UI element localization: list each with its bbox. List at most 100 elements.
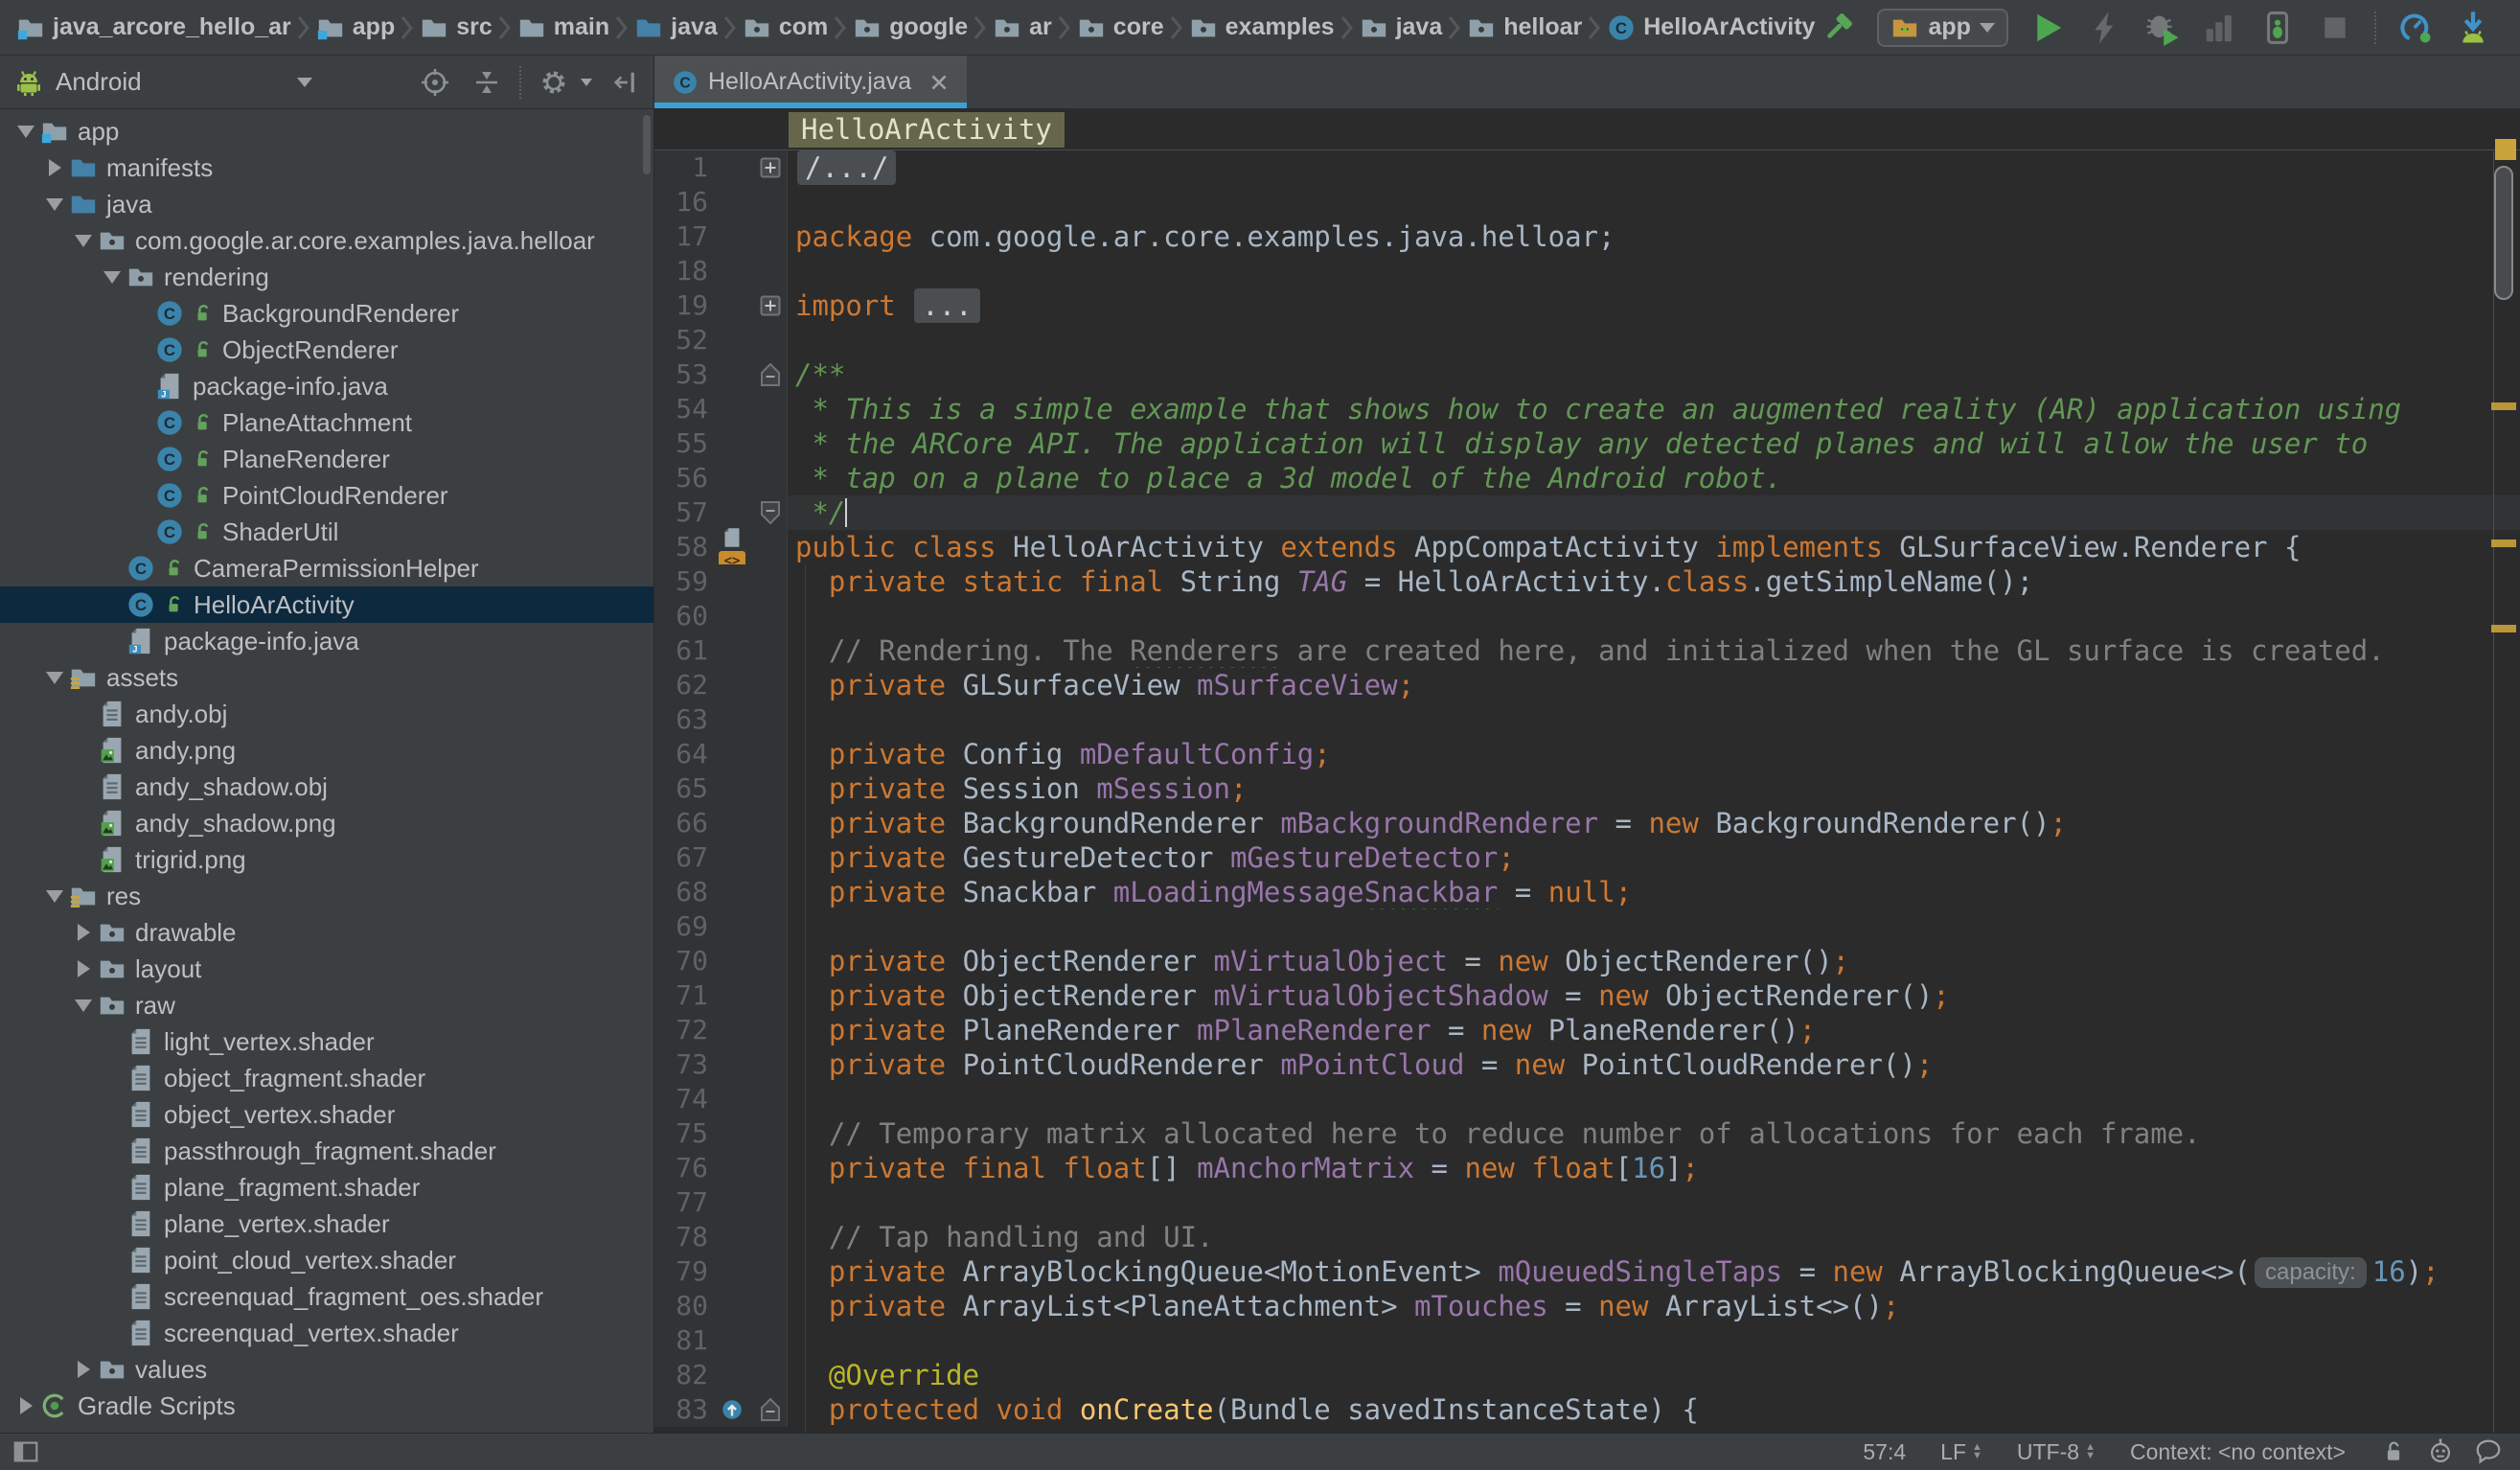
nav-item-examples[interactable]: examples (1184, 11, 1340, 44)
encoding-widget[interactable]: UTF-8 ▲▼ (2017, 1439, 2096, 1465)
run-configuration-select[interactable]: app (1877, 9, 2007, 47)
tree-item-package-info-java[interactable]: Jpackage-info.java (0, 623, 653, 659)
code-editor[interactable]: 1/.../1617package com.google.ar.core.exa… (654, 150, 2520, 1433)
tree-item-screenquad-vertex-shader[interactable]: screenquad_vertex.shader (0, 1315, 653, 1351)
code-text[interactable] (788, 1185, 2520, 1220)
gutter[interactable]: 54 (654, 392, 788, 426)
gutter[interactable]: 63 (654, 702, 788, 737)
nav-item-helloaractivity[interactable]: CHelloArActivity (1602, 11, 1820, 44)
fold-bottom-icon[interactable] (760, 500, 781, 525)
collapse-arrow-icon[interactable] (46, 890, 63, 903)
code-line-75[interactable]: 75 // Temporary matrix allocated here to… (654, 1116, 2520, 1151)
tree-item-trigrid-png[interactable]: trigrid.png (0, 841, 653, 878)
code-line-77[interactable]: 77 (654, 1185, 2520, 1220)
code-line-16[interactable]: 16 (654, 185, 2520, 219)
code-line-83[interactable]: 83 protected void onCreate(Bundle savedI… (654, 1392, 2520, 1427)
code-line-79[interactable]: 79 private ArrayBlockingQueue<MotionEven… (654, 1254, 2520, 1289)
gutter[interactable]: 53 (654, 357, 788, 392)
code-text[interactable]: /** (788, 357, 2520, 392)
collapse-arrow-icon[interactable] (46, 198, 63, 211)
gutter[interactable]: 76 (654, 1151, 788, 1185)
tree-scrollbar[interactable] (643, 115, 651, 174)
gear-icon[interactable] (538, 67, 569, 98)
tree-item-java[interactable]: java (0, 186, 653, 222)
code-line-82[interactable]: 82 @Override (654, 1358, 2520, 1392)
gutter[interactable]: 17 (654, 219, 788, 254)
gutter[interactable]: 56 (654, 461, 788, 495)
code-line-58[interactable]: 58<>public class HelloArActivity extends… (654, 530, 2520, 564)
tree-item-helloaractivity[interactable]: CHelloArActivity (0, 586, 653, 623)
java-file-gutter-icon[interactable] (721, 526, 744, 549)
tree-item-assets[interactable]: assets (0, 659, 653, 696)
gutter[interactable]: 77 (654, 1185, 788, 1220)
attach-debugger-button[interactable] (2259, 10, 2296, 46)
android-profiler-button[interactable] (2397, 10, 2434, 46)
expand-arrow-icon[interactable] (78, 1361, 90, 1378)
tree-item-shaderutil[interactable]: CShaderUtil (0, 514, 653, 550)
tree-item-package-info-java[interactable]: Jpackage-info.java (0, 368, 653, 404)
gutter[interactable]: 62 (654, 668, 788, 702)
window-toggle-icon[interactable] (11, 1437, 40, 1466)
code-text[interactable] (788, 909, 2520, 944)
caret-position[interactable]: 57:4 (1863, 1439, 1906, 1465)
gutter[interactable]: 73 (654, 1047, 788, 1082)
code-text[interactable]: // Tap handling and UI. (788, 1220, 2520, 1254)
code-text[interactable] (788, 599, 2520, 633)
code-text[interactable]: private static final String TAG = HelloA… (788, 564, 2520, 599)
code-line-53[interactable]: 53/** (654, 357, 2520, 392)
code-line-19[interactable]: 19import ... (654, 288, 2520, 323)
tree-item-camerapermissionhelper[interactable]: CCameraPermissionHelper (0, 550, 653, 586)
code-line-69[interactable]: 69 (654, 909, 2520, 944)
code-text[interactable]: import ... (788, 288, 2520, 323)
tree-item-res[interactable]: res (0, 878, 653, 914)
code-line-78[interactable]: 78 // Tap handling and UI. (654, 1220, 2520, 1254)
tree-item-object-vertex-shader[interactable]: object_vertex.shader (0, 1096, 653, 1133)
code-line-63[interactable]: 63 (654, 702, 2520, 737)
gutter[interactable]: 71 (654, 978, 788, 1013)
fold-plus-icon[interactable] (760, 157, 781, 178)
tree-item-andy-png[interactable]: andy.png (0, 732, 653, 769)
code-line-70[interactable]: 70 private ObjectRenderer mVirtualObject… (654, 944, 2520, 978)
tree-item-planeattachment[interactable]: CPlaneAttachment (0, 404, 653, 441)
gutter[interactable]: 16 (654, 185, 788, 219)
gutter[interactable]: 69 (654, 909, 788, 944)
run-button[interactable] (2029, 10, 2066, 46)
code-text[interactable]: private ArrayList<PlaneAttachment> mTouc… (788, 1289, 2520, 1323)
tree-item-values[interactable]: values (0, 1351, 653, 1388)
instant-run-button[interactable] (2087, 10, 2123, 46)
collapse-arrow-icon[interactable] (17, 126, 34, 138)
avd-manager-button[interactable] (2512, 10, 2520, 46)
code-text[interactable] (788, 254, 2520, 288)
code-text[interactable]: * the ARCore API. The application will d… (788, 426, 2520, 461)
tree-item-andy-shadow-png[interactable]: andy_shadow.png (0, 805, 653, 841)
code-text[interactable]: private ObjectRenderer mVirtualObjectSha… (788, 978, 2520, 1013)
gutter[interactable]: 59 (654, 564, 788, 599)
tree-item-plane-fragment-shader[interactable]: plane_fragment.shader (0, 1169, 653, 1206)
code-line-68[interactable]: 68 private Snackbar mLoadingMessageSnack… (654, 875, 2520, 909)
code-line-59[interactable]: 59 private static final String TAG = Hel… (654, 564, 2520, 599)
code-line-54[interactable]: 54 * This is a simple example that shows… (654, 392, 2520, 426)
collapse-arrow-icon[interactable] (75, 235, 92, 247)
fold-top-icon[interactable] (760, 362, 781, 387)
collapse-arrow-icon[interactable] (103, 271, 121, 284)
make-project-button[interactable] (1820, 10, 1856, 46)
gutter[interactable]: 19 (654, 288, 788, 323)
tree-item-passthrough-fragment-shader[interactable]: passthrough_fragment.shader (0, 1133, 653, 1169)
context-widget[interactable]: Context: <no context> (2130, 1439, 2346, 1465)
gutter[interactable]: 64 (654, 737, 788, 771)
expand-arrow-icon[interactable] (78, 924, 90, 941)
collapse-all-icon[interactable] (471, 67, 502, 98)
gutter[interactable]: 70 (654, 944, 788, 978)
code-text[interactable] (788, 323, 2520, 357)
gutter[interactable]: 83 (654, 1392, 788, 1427)
editor-tab[interactable]: C HelloArActivity.java (654, 56, 967, 108)
gutter[interactable]: 55 (654, 426, 788, 461)
tree-item-app[interactable]: app (0, 113, 653, 149)
nav-item-app[interactable]: app (311, 11, 400, 44)
code-text[interactable]: * tap on a plane to place a 3d model of … (788, 461, 2520, 495)
nav-item-java[interactable]: java (1355, 11, 1448, 44)
code-line-72[interactable]: 72 private PlaneRenderer mPlaneRenderer … (654, 1013, 2520, 1047)
close-icon[interactable] (928, 72, 950, 93)
nav-item-java[interactable]: java (630, 11, 722, 44)
fold-top-icon[interactable] (760, 1397, 781, 1422)
